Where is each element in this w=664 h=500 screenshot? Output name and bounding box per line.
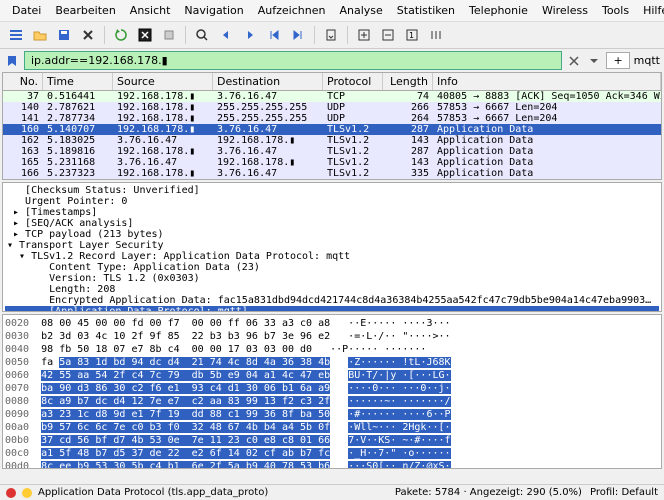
detail-line[interactable]: Urgent Pointer: 0 <box>5 196 659 207</box>
detail-line[interactable]: ▸ [Timestamps] <box>5 207 659 218</box>
detail-line[interactable]: [Checksum Status: Unverified] <box>5 185 659 196</box>
hex-row[interactable]: 00c0 a1 5f 48 b7 d5 37 de 22 e2 6f 14 02… <box>5 447 659 460</box>
hex-row[interactable]: 0040 98 fb 50 18 07 e7 8b c4 00 00 17 03… <box>5 343 659 356</box>
filter-plus-button[interactable]: + <box>606 52 629 69</box>
prev-icon[interactable] <box>216 25 236 45</box>
bookmark-icon[interactable] <box>4 53 20 69</box>
clear-filter-icon[interactable] <box>566 53 582 69</box>
menu-navigation[interactable]: Navigation <box>178 2 249 19</box>
menu-aufzeichnen[interactable]: Aufzeichnen <box>252 2 332 19</box>
display-filter-input[interactable] <box>24 51 562 70</box>
col-no[interactable]: No. <box>3 73 43 90</box>
hex-row[interactable]: 00b0 37 cd 56 bf d7 4b 53 0e 7e 11 23 c0… <box>5 434 659 447</box>
hex-row[interactable]: 0090 a3 23 1c d8 9d e1 7f 19 dd 88 c1 99… <box>5 408 659 421</box>
col-destination[interactable]: Destination <box>213 73 323 90</box>
zoom-in-icon[interactable] <box>354 25 374 45</box>
status-field-info: Application Data Protocol (tls.app_data_… <box>38 487 268 498</box>
restart-icon[interactable] <box>159 25 179 45</box>
packet-list-header[interactable]: No. Time Source Destination Protocol Len… <box>3 73 661 91</box>
main-toolbar: 1 <box>0 22 664 49</box>
packet-list-pane: No. Time Source Destination Protocol Len… <box>2 72 662 180</box>
packet-row[interactable]: 1605.140707192.168.178.▮3.76.16.47TLSv1.… <box>3 124 661 135</box>
hex-row[interactable]: 0030 b2 3d 03 4c 10 2f 9f 85 22 b3 b3 96… <box>5 330 659 343</box>
warning-icon[interactable] <box>22 488 32 498</box>
svg-text:1: 1 <box>409 31 414 40</box>
reload-icon[interactable] <box>111 25 131 45</box>
detail-line[interactable]: Encrypted Application Data: fac15a831dbd… <box>5 295 659 306</box>
packet-row[interactable]: 1625.1830253.76.16.47192.168.178.▮TLSv1.… <box>3 135 661 146</box>
goto-start-icon[interactable] <box>264 25 284 45</box>
hex-row[interactable]: 0020 08 00 45 00 00 fd 00 f7 00 00 ff 06… <box>5 317 659 330</box>
detail-line[interactable]: Content Type: Application Data (23) <box>5 262 659 273</box>
hex-row[interactable]: 00a0 b9 57 6c 6c 7e c0 b3 f0 32 48 67 4b… <box>5 421 659 434</box>
detail-line[interactable]: ▾ TLSv1.2 Record Layer: Application Data… <box>5 251 659 262</box>
filter-label: mqtt <box>634 54 660 67</box>
menubar: DateiBearbeitenAnsichtNavigationAufzeich… <box>0 0 664 22</box>
hex-row[interactable]: 0060 42 55 aa 54 2f c4 7c 79 db 5b e9 04… <box>5 369 659 382</box>
packet-bytes-pane[interactable]: 0020 08 00 45 00 00 fd 00 f7 00 00 ff 06… <box>2 314 662 469</box>
detail-line[interactable]: ▸ TCP payload (213 bytes) <box>5 229 659 240</box>
status-bar: Application Data Protocol (tls.app_data_… <box>0 484 664 500</box>
packet-row[interactable]: 370.516441192.168.178.▮3.76.16.47TCP7440… <box>3 91 661 102</box>
zoom-reset-icon[interactable]: 1 <box>402 25 422 45</box>
menu-statistiken[interactable]: Statistiken <box>391 2 461 19</box>
next-icon[interactable] <box>240 25 260 45</box>
packet-details-pane[interactable]: [Checksum Status: Unverified] Urgent Poi… <box>2 182 662 312</box>
detail-line[interactable]: [Application Data Protocol: mqtt] <box>5 306 659 312</box>
packet-row[interactable]: 1675.2787703.76.16.47192.168.178.▮TLSv1.… <box>3 179 661 180</box>
menu-analyse[interactable]: Analyse <box>333 2 388 19</box>
expert-info-icon[interactable] <box>6 488 16 498</box>
filter-bar: + mqtt <box>0 49 664 72</box>
packet-row[interactable]: 1402.787621192.168.178.▮255.255.255.255U… <box>3 102 661 113</box>
menu-wireless[interactable]: Wireless <box>536 2 594 19</box>
stop-icon[interactable] <box>135 25 155 45</box>
detail-line[interactable]: ▾ Transport Layer Security <box>5 240 659 251</box>
zoom-out-icon[interactable] <box>378 25 398 45</box>
detail-line[interactable]: Version: TLS 1.2 (0x0303) <box>5 273 659 284</box>
menu-hilfe[interactable]: Hilfe <box>637 2 664 19</box>
menu-tools[interactable]: Tools <box>596 2 635 19</box>
menu-datei[interactable]: Datei <box>6 2 47 19</box>
detail-line[interactable]: Length: 208 <box>5 284 659 295</box>
hex-row[interactable]: 00d0 8c ee b9 53 30 5b c4 b1 6e 2f 5a b9… <box>5 460 659 469</box>
packet-row[interactable]: 1665.237323192.168.178.▮3.76.16.47TLSv1.… <box>3 168 661 179</box>
status-packets: Pakete: 5784 · Angezeigt: 290 (5.0%) <box>395 487 582 498</box>
save-icon[interactable] <box>54 25 74 45</box>
menu-ansicht[interactable]: Ansicht <box>124 2 177 19</box>
filter-dropdown-icon[interactable] <box>586 53 602 69</box>
status-profile[interactable]: Profil: Default <box>590 487 658 498</box>
col-source[interactable]: Source <box>113 73 213 90</box>
col-info[interactable]: Info <box>433 73 661 90</box>
menu-telephonie[interactable]: Telephonie <box>463 2 534 19</box>
folder-icon[interactable] <box>30 25 50 45</box>
resize-cols-icon[interactable] <box>426 25 446 45</box>
hex-row[interactable]: 0080 8c a9 b7 dc d4 12 7e e7 c2 aa 83 99… <box>5 395 659 408</box>
menu-bearbeiten[interactable]: Bearbeiten <box>49 2 121 19</box>
close-icon[interactable] <box>78 25 98 45</box>
autoscroll-icon[interactable] <box>321 25 341 45</box>
detail-line[interactable]: ▸ [SEQ/ACK analysis] <box>5 218 659 229</box>
hex-row[interactable]: 0070 ba 90 d3 86 30 c2 f6 e1 93 c4 d1 30… <box>5 382 659 395</box>
find-icon[interactable] <box>192 25 212 45</box>
col-length[interactable]: Length <box>383 73 433 90</box>
list-icon[interactable] <box>6 25 26 45</box>
packet-row[interactable]: 1412.787734192.168.178.▮255.255.255.255U… <box>3 113 661 124</box>
goto-end-icon[interactable] <box>288 25 308 45</box>
col-time[interactable]: Time <box>43 73 113 90</box>
packet-list-rows[interactable]: 370.516441192.168.178.▮3.76.16.47TCP7440… <box>3 91 661 180</box>
packet-row[interactable]: 1655.2311683.76.16.47192.168.178.▮TLSv1.… <box>3 157 661 168</box>
col-protocol[interactable]: Protocol <box>323 73 383 90</box>
packet-row[interactable]: 1635.189816192.168.178.▮3.76.16.47TLSv1.… <box>3 146 661 157</box>
hex-row[interactable]: 0050 fa 5a 83 1d bd 94 dc d4 21 74 4c 8d… <box>5 356 659 369</box>
